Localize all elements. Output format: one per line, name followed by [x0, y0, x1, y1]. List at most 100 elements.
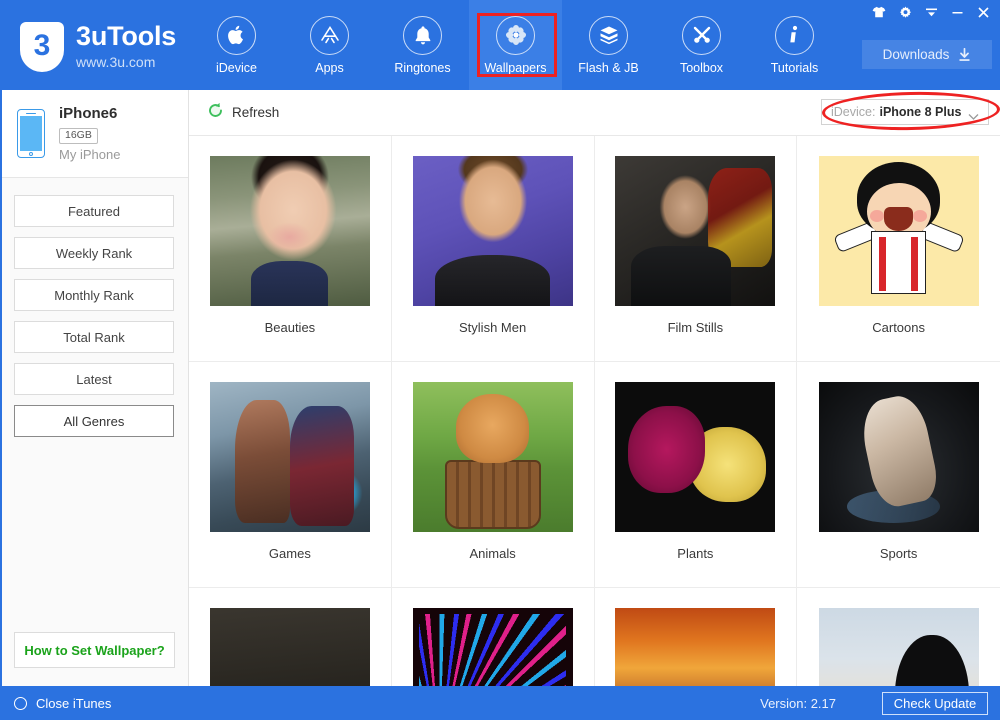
category-cell-row3-4[interactable]: [797, 588, 1000, 686]
category-cell-animals[interactable]: Animals: [391, 362, 595, 588]
menu-icon[interactable]: [918, 0, 944, 24]
device-summary[interactable]: iPhone6 16GB My iPhone: [0, 90, 188, 178]
category-label: Sports: [879, 546, 918, 561]
sidebar-item-label: Featured: [67, 203, 121, 219]
check-update-label: Check Update: [893, 695, 977, 711]
chevron-down-icon: [968, 108, 979, 126]
download-icon: [958, 47, 971, 62]
category-thumbnail: [209, 608, 370, 686]
category-thumbnail: [209, 156, 370, 306]
sidebar-item-all-genres[interactable]: All Genres: [14, 405, 174, 437]
nav-label: Toolbox: [679, 60, 724, 75]
wallpaper-category-grid: Beauties Stylish Men Film Stills Cartoon…: [189, 136, 1000, 686]
sidebar-item-label: Monthly Rank: [54, 287, 134, 303]
radio-icon: [14, 696, 27, 710]
category-thumbnail: [615, 156, 776, 306]
device-select-value: iPhone 8 Plus: [879, 105, 962, 119]
content-toolbar: Refresh iDevice: iPhone 8 Plus: [189, 90, 1000, 136]
category-cell-row3-1[interactable]: [189, 588, 392, 686]
nav-item-ringtones[interactable]: Ringtones: [376, 0, 469, 90]
app-header: 3 3uTools www.3u.com iDevice Apps Ringto…: [0, 0, 1000, 90]
sidebar-item-weekly-rank[interactable]: Weekly Rank: [14, 237, 174, 269]
nav-item-wallpapers[interactable]: Wallpapers: [469, 0, 562, 90]
category-cell-sports[interactable]: Sports: [797, 362, 1000, 588]
device-label: My iPhone: [59, 146, 121, 162]
category-label: Stylish Men: [459, 320, 527, 335]
sidebar-item-label: All Genres: [63, 413, 125, 429]
content-panel: Refresh iDevice: iPhone 8 Plus Beauties …: [189, 90, 1000, 686]
category-cell-plants[interactable]: Plants: [594, 362, 798, 588]
close-itunes-toggle[interactable]: Close iTunes: [14, 696, 111, 711]
nav-label: Apps: [315, 60, 344, 75]
close-icon[interactable]: [970, 0, 996, 24]
logo-shield-icon: 3: [20, 22, 64, 72]
nav-label: Tutorials: [770, 60, 819, 75]
how-to-label: How to Set Wallpaper?: [24, 642, 165, 658]
brand-name: 3uTools: [76, 21, 177, 51]
category-label: Animals: [469, 546, 516, 561]
category-label: Film Stills: [667, 320, 724, 335]
nav-item-toolbox[interactable]: Toolbox: [655, 0, 748, 90]
category-cell-stylish-men[interactable]: Stylish Men: [391, 136, 595, 362]
main-nav: iDevice Apps Ringtones Wallpapers Flash …: [190, 0, 841, 90]
sidebar: iPhone6 16GB My iPhone Featured Weekly R…: [0, 90, 189, 686]
category-cell-row3-2[interactable]: [392, 588, 595, 686]
tools-icon: [682, 15, 721, 55]
nav-label: iDevice: [216, 60, 257, 75]
how-to-set-wallpaper-button[interactable]: How to Set Wallpaper?: [14, 632, 175, 668]
category-cell-beauties[interactable]: Beauties: [189, 136, 392, 362]
check-update-button[interactable]: Check Update: [882, 691, 988, 715]
sidebar-item-featured[interactable]: Featured: [14, 195, 174, 227]
gear-icon[interactable]: [892, 0, 918, 24]
flower-icon: [496, 15, 535, 55]
device-name: iPhone6: [59, 104, 118, 122]
refresh-label: Refresh: [232, 105, 280, 120]
close-itunes-label: Close iTunes: [36, 695, 112, 711]
category-cell-games[interactable]: Games: [189, 362, 392, 588]
status-bar: Close iTunes Version: 2.17 Check Update: [0, 686, 1000, 720]
downloads-button[interactable]: Downloads: [862, 40, 992, 69]
category-thumbnail: [818, 608, 979, 686]
category-cell-row3-3[interactable]: [595, 588, 798, 686]
iphone-icon: [17, 109, 45, 158]
nav-item-idevice[interactable]: iDevice: [190, 0, 283, 90]
device-select-dropdown[interactable]: iDevice: iPhone 8 Plus: [821, 99, 989, 125]
sidebar-item-monthly-rank[interactable]: Monthly Rank: [14, 279, 174, 311]
category-thumbnail: [818, 382, 979, 532]
minimize-icon[interactable]: [944, 0, 970, 24]
category-label: Beauties: [264, 320, 316, 335]
sidebar-item-total-rank[interactable]: Total Rank: [14, 321, 174, 353]
sidebar-nav: Featured Weekly Rank Monthly Rank Total …: [0, 178, 188, 437]
refresh-button[interactable]: Refresh: [207, 102, 279, 124]
sidebar-item-label: Latest: [76, 371, 112, 387]
nav-label: Flash & JB: [578, 60, 639, 75]
nav-label: Wallpapers: [484, 60, 547, 75]
brand-url: www.3u.com: [76, 54, 156, 70]
skin-icon[interactable]: [866, 0, 892, 24]
bell-icon: [403, 15, 442, 55]
version-label: Version: 2.17: [760, 695, 836, 711]
sidebar-item-latest[interactable]: Latest: [14, 363, 174, 395]
category-thumbnail: [412, 608, 573, 686]
nav-item-tutorials[interactable]: Tutorials: [748, 0, 841, 90]
nav-label: Ringtones: [394, 60, 451, 75]
window-controls: [866, 0, 996, 24]
nav-item-apps[interactable]: Apps: [283, 0, 376, 90]
category-label: Cartoons: [872, 320, 925, 335]
category-thumbnail: [818, 156, 979, 306]
nav-item-flash-jb[interactable]: Flash & JB: [562, 0, 655, 90]
device-capacity-badge: 16GB: [59, 127, 98, 144]
apple-icon: [217, 15, 256, 55]
brand-logo: 3 3uTools www.3u.com: [20, 22, 176, 73]
appstore-icon: [310, 15, 349, 55]
category-cell-film-stills[interactable]: Film Stills: [594, 136, 798, 362]
category-thumbnail: [615, 608, 776, 686]
info-icon: [775, 15, 814, 55]
category-label: Games: [268, 546, 311, 561]
logo-glyph: 3: [33, 29, 51, 62]
box-icon: [589, 15, 628, 55]
sidebar-item-label: Weekly Rank: [55, 245, 133, 261]
category-thumbnail: [412, 382, 573, 532]
category-cell-cartoons[interactable]: Cartoons: [797, 136, 1000, 362]
3utools-window: 3 3uTools www.3u.com iDevice Apps Ringto…: [0, 0, 1000, 720]
